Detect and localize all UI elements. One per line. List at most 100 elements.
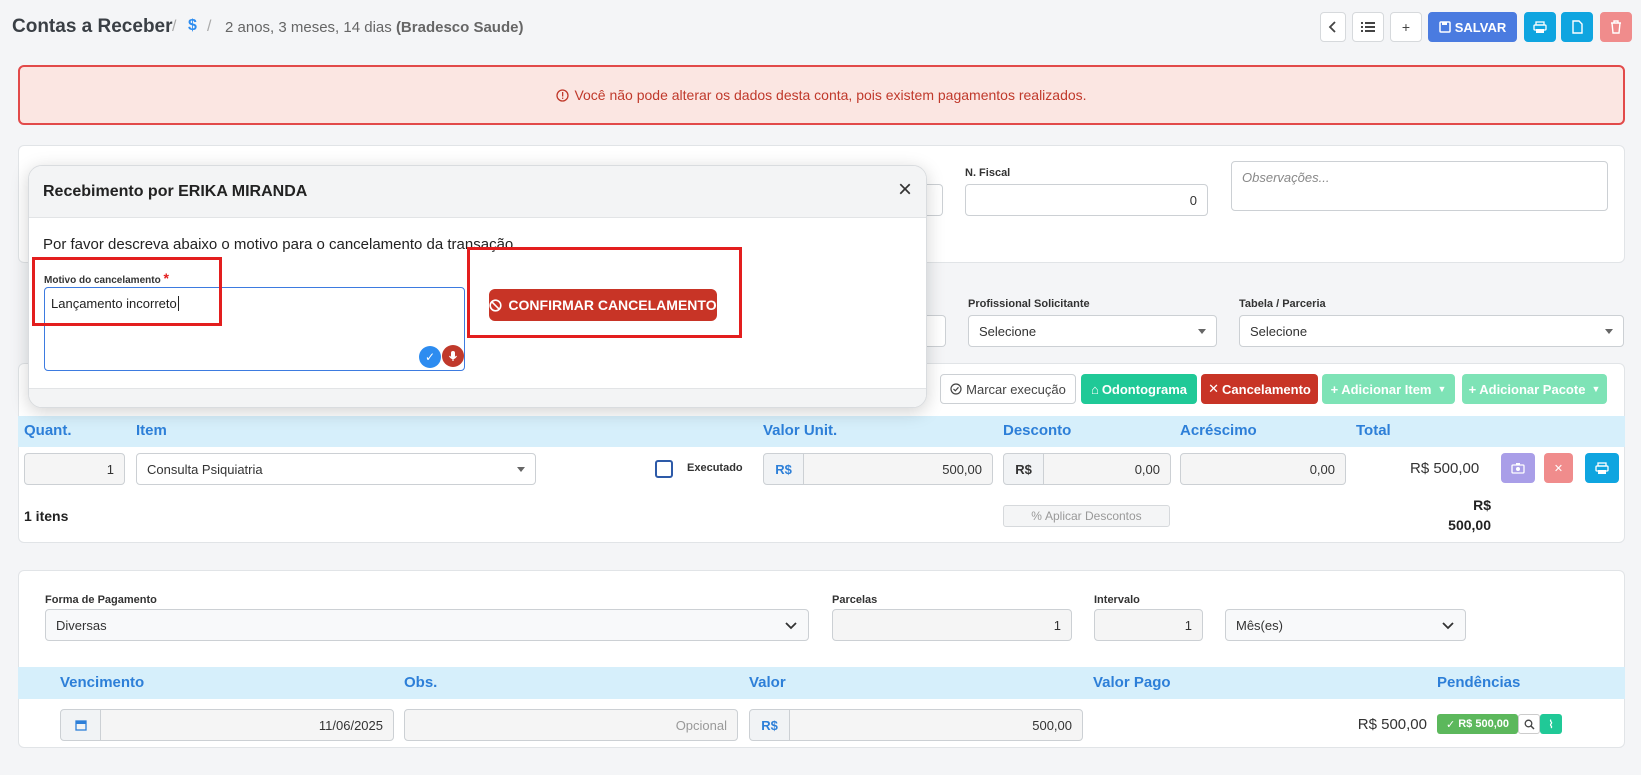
items-count: 1 itens [24, 508, 69, 524]
camera-button[interactable] [1501, 453, 1535, 483]
page-title: Contas a Receber [12, 16, 173, 37]
plus-icon: + [1330, 381, 1339, 397]
spellcheck-icon[interactable]: ✓ [419, 346, 441, 368]
profissional-select[interactable]: Selecione [968, 315, 1217, 347]
close-icon[interactable]: × [898, 178, 912, 202]
currency-addon: R$ [1003, 453, 1044, 485]
executado-checkbox[interactable] [655, 460, 673, 478]
col-obs: Obs. [404, 674, 438, 691]
nfiscal-input[interactable]: 0 [965, 184, 1208, 216]
save-button[interactable]: SALVAR [1428, 12, 1517, 42]
x-icon: ✕ [1208, 381, 1220, 396]
profissional-label: Profissional Solicitante [968, 298, 1090, 310]
view-button[interactable] [1518, 714, 1540, 734]
calendar-button[interactable] [60, 709, 101, 741]
parcelas-input[interactable]: 1 [832, 609, 1072, 641]
odontograma-button[interactable]: ⌂ Odontograma [1081, 374, 1197, 404]
add-button[interactable]: + [1390, 12, 1422, 42]
error-alert: Você não pode alterar os dados desta con… [18, 65, 1625, 125]
zoom-icon [1524, 719, 1535, 730]
col-item: Item [136, 422, 167, 439]
obs-input[interactable]: Opcional [404, 709, 738, 741]
plus-icon: + [1401, 19, 1411, 35]
col-desconto: Desconto [1003, 422, 1072, 439]
modal-header: Recebimento por ERIKA MIRANDA × [29, 166, 926, 218]
alert-text: Você não pode alterar os dados desta con… [574, 87, 1087, 103]
aplicar-label: Aplicar Descontos [1044, 509, 1142, 523]
observacoes-textarea[interactable]: Observações... [1231, 161, 1608, 211]
aplicar-descontos-button[interactable]: % Aplicar Descontos [1003, 505, 1170, 527]
acrescimo-input[interactable]: 0,00 [1180, 453, 1346, 485]
cancelamento-label: Cancelamento [1222, 381, 1311, 397]
forma-select[interactable]: Diversas [45, 609, 809, 641]
modal-description: Por favor descreva abaixo o motivo para … [43, 236, 518, 253]
adicionar-pacote-label: Adicionar Pacote [1479, 381, 1586, 397]
chevron-down-icon [1442, 622, 1454, 630]
parcelas-label: Parcelas [832, 594, 878, 606]
breadcrumb-separator: / [172, 18, 177, 35]
col-valor-unit: Valor Unit. [763, 422, 838, 439]
percent-icon: % [1031, 509, 1042, 523]
print-item-button[interactable] [1585, 453, 1619, 483]
modal-footer [29, 388, 926, 407]
desconto-input[interactable]: 0,00 [1043, 453, 1171, 485]
save-label: SALVAR [1454, 19, 1507, 35]
marcar-label: Marcar execução [966, 381, 1066, 397]
printer-icon [1595, 461, 1609, 474]
currency-addon: R$ [749, 709, 790, 741]
paperclip-icon: ⌇ [1548, 718, 1554, 731]
sum-currency: R$ [1473, 497, 1491, 513]
adicionar-pacote-button[interactable]: + Adicionar Pacote ▼ [1462, 374, 1607, 404]
odontograma-label: Odontograma [1101, 381, 1188, 397]
valor-pago: R$ 500,00 [1357, 716, 1427, 733]
quant-input[interactable]: 1 [24, 453, 125, 485]
chevron-down-icon [785, 622, 797, 630]
highlight-box-confirm [467, 247, 742, 338]
forma-label: Forma de Pagamento [45, 594, 157, 606]
mic-glyph [449, 351, 457, 361]
caret-down-icon [1605, 329, 1613, 334]
periodo-select[interactable]: Mês(es) [1225, 609, 1466, 641]
back-button[interactable] [1320, 12, 1346, 42]
document-button[interactable] [1561, 12, 1593, 42]
list-button[interactable] [1352, 12, 1384, 42]
col-acrescimo: Acréscimo [1180, 422, 1257, 439]
warning-circle-icon [556, 88, 570, 102]
check-icon: ✓ [1446, 718, 1456, 731]
valor-input[interactable]: 500,00 [789, 709, 1083, 741]
document-icon [1571, 20, 1583, 34]
highlight-box-motivo [32, 257, 222, 326]
calendar-icon [74, 720, 87, 731]
item-select[interactable]: Consulta Psiquiatria [136, 453, 536, 485]
microphone-icon[interactable] [442, 345, 464, 367]
printer-icon [1533, 20, 1547, 33]
chevron-left-icon [1328, 21, 1336, 33]
attach-button[interactable]: ⌇ [1540, 714, 1562, 734]
print-button[interactable] [1524, 12, 1556, 42]
col-total: Total [1356, 422, 1391, 439]
forma-value: Diversas [56, 617, 107, 633]
payment-header-row [18, 667, 1625, 699]
intervalo-input[interactable]: 1 [1094, 609, 1203, 641]
caret-down-icon [1198, 329, 1206, 334]
caret-down-icon: ▼ [1591, 384, 1601, 394]
col-vencimento: Vencimento [60, 674, 145, 691]
cancelamento-button[interactable]: ✕ Cancelamento [1201, 374, 1318, 404]
tooth-icon: ⌂ [1090, 381, 1099, 397]
nfiscal-label: N. Fiscal [965, 167, 1011, 179]
dollar-icon[interactable]: $ [188, 17, 197, 35]
tabela-select[interactable]: Selecione [1239, 315, 1624, 347]
marcar-execucao-button[interactable]: Marcar execução [940, 374, 1076, 404]
plus-icon: + [1468, 381, 1477, 397]
row-total: R$ 500,00 [1410, 460, 1480, 477]
valor-unit-input[interactable]: 500,00 [803, 453, 993, 485]
delete-button[interactable] [1600, 12, 1632, 42]
col-pendencias: Pendências [1437, 674, 1521, 691]
vencimento-input[interactable]: 11/06/2025 [100, 709, 394, 741]
col-valor: Valor [749, 674, 786, 691]
camera-icon [1511, 463, 1525, 474]
adicionar-item-button[interactable]: + Adicionar Item ▼ [1322, 374, 1455, 404]
col-quant: Quant. [24, 422, 72, 439]
currency-addon: R$ [763, 453, 804, 485]
remove-item-button[interactable]: ✕ [1544, 453, 1573, 483]
